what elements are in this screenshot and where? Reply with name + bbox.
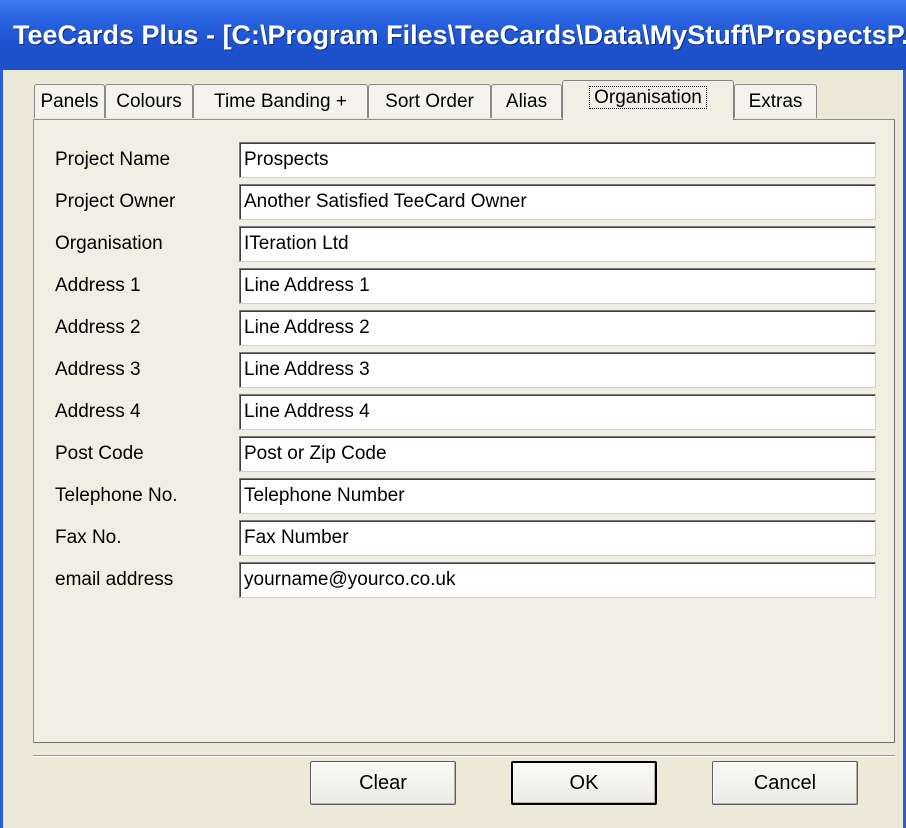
field-label: Address 2: [55, 317, 141, 338]
tab-label: Time Banding +: [214, 91, 347, 112]
window-title-bar[interactable]: TeeCards Plus - [C:\Program Files\TeeCar…: [0, 0, 906, 70]
field-label: email address: [55, 569, 174, 590]
tab-label: Colours: [116, 91, 182, 112]
email-input[interactable]: [239, 562, 876, 598]
field-label: Project Name: [55, 149, 171, 170]
field-label: Organisation: [55, 233, 163, 254]
address-2-input[interactable]: [239, 310, 876, 346]
tab-label: Sort Order: [385, 91, 474, 112]
tab-label: Organisation: [589, 86, 707, 109]
button-bar-divider: [33, 755, 895, 757]
organisation-panel: Project Name Project Owner Organisation …: [33, 119, 895, 743]
field-label: Address 3: [55, 359, 141, 380]
form-row-organisation: Organisation: [34, 224, 896, 264]
cancel-button[interactable]: Cancel: [712, 761, 858, 805]
form-row-address-2: Address 2: [34, 308, 896, 348]
post-code-input[interactable]: [239, 436, 876, 472]
tab-time-banding[interactable]: Time Banding +: [193, 84, 368, 118]
tab-sort-order[interactable]: Sort Order: [368, 84, 491, 118]
address-4-input[interactable]: [239, 394, 876, 430]
form-row-project-owner: Project Owner: [34, 182, 896, 222]
project-name-input[interactable]: [239, 142, 876, 178]
field-label: Address 1: [55, 275, 141, 296]
ok-button[interactable]: OK: [511, 761, 657, 805]
form-row-address-4: Address 4: [34, 392, 896, 432]
tab-organisation[interactable]: Organisation: [562, 80, 734, 120]
form-row-post-code: Post Code: [34, 434, 896, 474]
form-row-fax: Fax No.: [34, 518, 896, 558]
telephone-input[interactable]: [239, 478, 876, 514]
tab-colours[interactable]: Colours: [105, 84, 193, 118]
tab-alias[interactable]: Alias: [491, 84, 562, 118]
project-owner-input[interactable]: [239, 184, 876, 220]
address-1-input[interactable]: [239, 268, 876, 304]
field-label: Fax No.: [55, 527, 122, 548]
form-row-telephone: Telephone No.: [34, 476, 896, 516]
form-row-address-1: Address 1: [34, 266, 896, 306]
tab-label: Alias: [505, 91, 548, 112]
tab-panels[interactable]: Panels: [34, 84, 105, 118]
tab-label: Extras: [748, 91, 803, 112]
address-3-input[interactable]: [239, 352, 876, 388]
tab-label: Panels: [40, 91, 99, 112]
field-label: Project Owner: [55, 191, 176, 212]
window-title: TeeCards Plus - [C:\Program Files\TeeCar…: [13, 20, 906, 50]
clear-button[interactable]: Clear: [310, 761, 456, 805]
tab-extras[interactable]: Extras: [734, 84, 817, 118]
organisation-input[interactable]: [239, 226, 876, 262]
field-label: Address 4: [55, 401, 141, 422]
field-label: Post Code: [55, 443, 144, 464]
form-row-address-3: Address 3: [34, 350, 896, 390]
form-row-project-name: Project Name: [34, 140, 896, 180]
field-label: Telephone No.: [55, 485, 178, 506]
form-row-email: email address: [34, 560, 896, 600]
fax-input[interactable]: [239, 520, 876, 556]
